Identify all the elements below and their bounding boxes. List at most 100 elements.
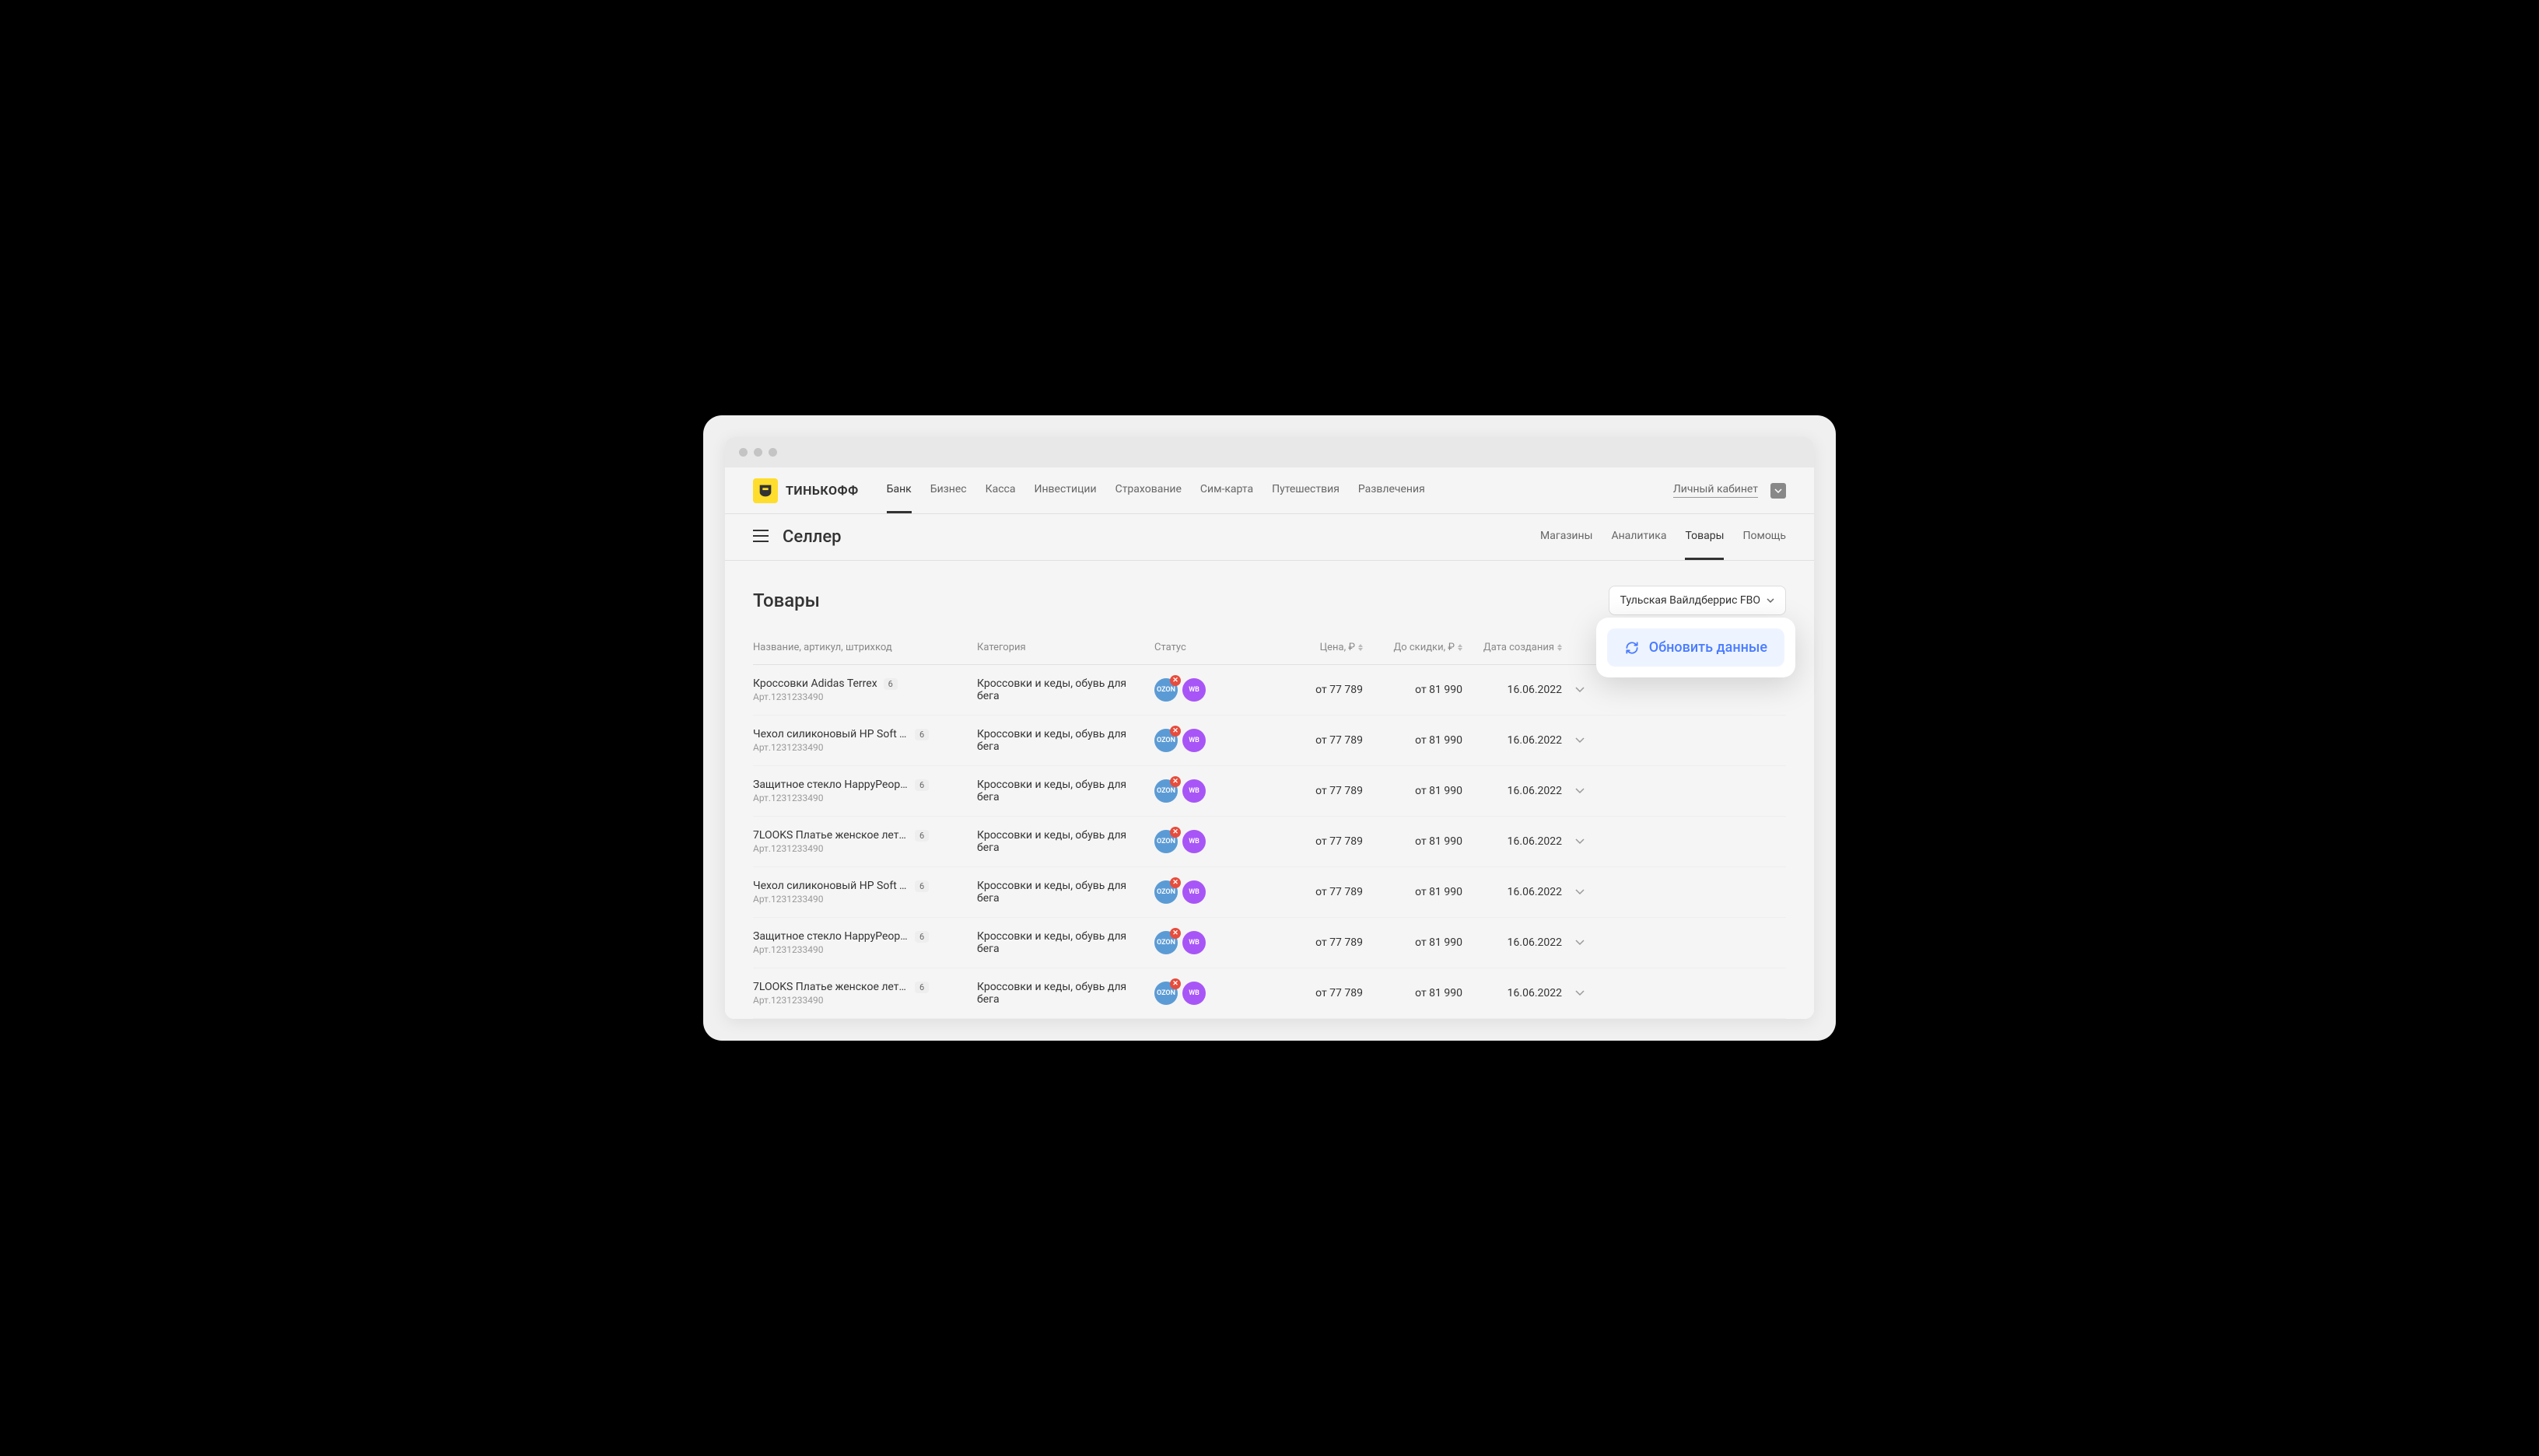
topnav-item-6[interactable]: Путешествия xyxy=(1272,467,1340,513)
category-cell: Кроссовки и кеды, обувь для бега xyxy=(977,930,1148,955)
th-price[interactable]: Цена, ₽ xyxy=(1285,642,1363,653)
subnav-item-1[interactable]: Аналитика xyxy=(1611,514,1666,560)
th-discount[interactable]: До скидки, ₽ xyxy=(1369,642,1462,653)
expand-row[interactable] xyxy=(1568,786,1592,796)
product-count-badge: 6 xyxy=(884,678,898,690)
error-badge-icon: ✕ xyxy=(1170,877,1181,888)
table-row: Защитное стекло HappyPeople д... 6 Арт.1… xyxy=(753,918,1786,968)
expand-row[interactable] xyxy=(1568,685,1592,695)
subnav-item-3[interactable]: Помощь xyxy=(1742,514,1786,560)
status-chip-ozon[interactable]: OZON✕ xyxy=(1154,982,1178,1005)
page-title: Товары xyxy=(753,590,820,611)
status-cell: OZON✕ WB xyxy=(1154,880,1279,904)
error-badge-icon: ✕ xyxy=(1170,827,1181,838)
topnav-item-3[interactable]: Инвестиции xyxy=(1034,467,1096,513)
status-chip-wb[interactable]: WB xyxy=(1182,779,1206,803)
browser-window: ТИНЬКОФФ Банк Бизнес Касса Инвестиции Страхо… xyxy=(725,437,1814,1019)
sort-icon xyxy=(1458,644,1462,651)
category-cell: Кроссовки и кеды, обувь для бега xyxy=(977,728,1148,753)
category-cell: Кроссовки и кеды, обувь для бега xyxy=(977,981,1148,1006)
th-name: Название, артикул, штрихкод xyxy=(753,642,971,653)
category-cell: Кроссовки и кеды, обувь для бега xyxy=(977,880,1148,905)
status-chip-ozon[interactable]: OZON✕ xyxy=(1154,931,1178,954)
th-category: Категория xyxy=(977,642,1148,653)
date-cell: 16.06.2022 xyxy=(1469,835,1562,848)
discount-cell: от 81 990 xyxy=(1369,734,1462,747)
status-chip-ozon[interactable]: OZON✕ xyxy=(1154,678,1178,702)
traffic-light-minimize[interactable] xyxy=(754,448,762,457)
category-cell: Кроссовки и кеды, обувь для бега xyxy=(977,677,1148,702)
subnav-title: Селлер xyxy=(783,527,841,547)
traffic-light-maximize[interactable] xyxy=(769,448,777,457)
product-count-badge: 6 xyxy=(915,830,929,842)
product-sku: Арт.1231233490 xyxy=(753,742,971,753)
product-name: 7LOOKS Платье женское летнее xyxy=(753,981,909,993)
status-chip-ozon[interactable]: OZON✕ xyxy=(1154,729,1178,752)
expand-row[interactable] xyxy=(1568,989,1592,998)
expand-row[interactable] xyxy=(1568,938,1592,947)
error-badge-icon: ✕ xyxy=(1170,928,1181,939)
store-selector[interactable]: Тульская Вайлдберрис FBO xyxy=(1609,586,1786,615)
hamburger-icon[interactable] xyxy=(753,530,769,545)
error-badge-icon: ✕ xyxy=(1170,978,1181,989)
expand-row[interactable] xyxy=(1568,887,1592,897)
subnav-item-2[interactable]: Товары xyxy=(1685,514,1724,560)
status-chip-ozon[interactable]: OZON✕ xyxy=(1154,880,1178,904)
product-sku: Арт.1231233490 xyxy=(753,793,971,803)
date-cell: 16.06.2022 xyxy=(1469,785,1562,797)
logo[interactable]: ТИНЬКОФФ xyxy=(753,478,859,503)
topnav-item-7[interactable]: Развлечения xyxy=(1358,467,1425,513)
product-name: Кроссовки Adidas Terrex xyxy=(753,677,877,690)
refresh-icon xyxy=(1624,640,1640,656)
status-chip-wb[interactable]: WB xyxy=(1182,880,1206,904)
topnav-item-2[interactable]: Касса xyxy=(986,467,1016,513)
topnav-item-4[interactable]: Страхование xyxy=(1115,467,1182,513)
chevron-down-icon xyxy=(1575,685,1585,695)
status-cell: OZON✕ WB xyxy=(1154,931,1279,954)
account-dropdown-icon[interactable] xyxy=(1770,483,1786,499)
product-sku: Арт.1231233490 xyxy=(753,944,971,955)
discount-cell: от 81 990 xyxy=(1369,936,1462,949)
status-chip-ozon[interactable]: OZON✕ xyxy=(1154,830,1178,853)
chevron-down-icon xyxy=(1767,598,1774,603)
chevron-down-icon xyxy=(1575,837,1585,846)
topnav-item-1[interactable]: Бизнес xyxy=(930,467,967,513)
traffic-light-close[interactable] xyxy=(739,448,748,457)
expand-row[interactable] xyxy=(1568,837,1592,846)
top-navigation: ТИНЬКОФФ Банк Бизнес Касса Инвестиции Страхо… xyxy=(725,467,1814,514)
refresh-label: Обновить данные xyxy=(1649,639,1767,656)
status-chip-wb[interactable]: WB xyxy=(1182,729,1206,752)
date-cell: 16.06.2022 xyxy=(1469,987,1562,999)
refresh-popover: Обновить данные xyxy=(1596,618,1795,677)
price-cell: от 77 789 xyxy=(1285,835,1363,848)
sort-icon xyxy=(1557,644,1562,651)
product-name: Чехол силиконовый HP Soft Tou... xyxy=(753,880,909,892)
product-name-cell: 7LOOKS Платье женское летнее 6 Арт.12312… xyxy=(753,981,971,1006)
error-badge-icon: ✕ xyxy=(1170,726,1181,737)
table-row: 7LOOKS Платье женское летнее 6 Арт.12312… xyxy=(753,817,1786,867)
topnav-item-5[interactable]: Сим-карта xyxy=(1200,467,1253,513)
status-chip-wb[interactable]: WB xyxy=(1182,678,1206,702)
product-name: Защитное стекло HappyPeople д... xyxy=(753,779,909,791)
error-badge-icon: ✕ xyxy=(1170,776,1181,787)
status-chip-wb[interactable]: WB xyxy=(1182,830,1206,853)
status-chip-wb[interactable]: WB xyxy=(1182,982,1206,1005)
logo-shield-icon xyxy=(753,478,778,503)
table-row: 7LOOKS Платье женское летнее 6 Арт.12312… xyxy=(753,968,1786,1019)
topnav-item-0[interactable]: Банк xyxy=(887,467,912,513)
status-chip-wb[interactable]: WB xyxy=(1182,931,1206,954)
th-date[interactable]: Дата создания xyxy=(1469,642,1562,653)
store-selector-label: Тульская Вайлдберрис FBO xyxy=(1620,594,1760,607)
price-cell: от 77 789 xyxy=(1285,684,1363,696)
product-count-badge: 6 xyxy=(915,931,929,943)
subnav-item-0[interactable]: Магазины xyxy=(1540,514,1592,560)
personal-cabinet-link[interactable]: Личный кабинет xyxy=(1673,483,1758,498)
status-cell: OZON✕ WB xyxy=(1154,830,1279,853)
status-chip-ozon[interactable]: OZON✕ xyxy=(1154,779,1178,803)
category-cell: Кроссовки и кеды, обувь для бега xyxy=(977,779,1148,803)
expand-row[interactable] xyxy=(1568,736,1592,745)
product-count-badge: 6 xyxy=(915,982,929,993)
refresh-button[interactable]: Обновить данные xyxy=(1607,628,1784,667)
price-cell: от 77 789 xyxy=(1285,734,1363,747)
products-table: Название, артикул, штрихкод Категория Ст… xyxy=(725,631,1814,1019)
